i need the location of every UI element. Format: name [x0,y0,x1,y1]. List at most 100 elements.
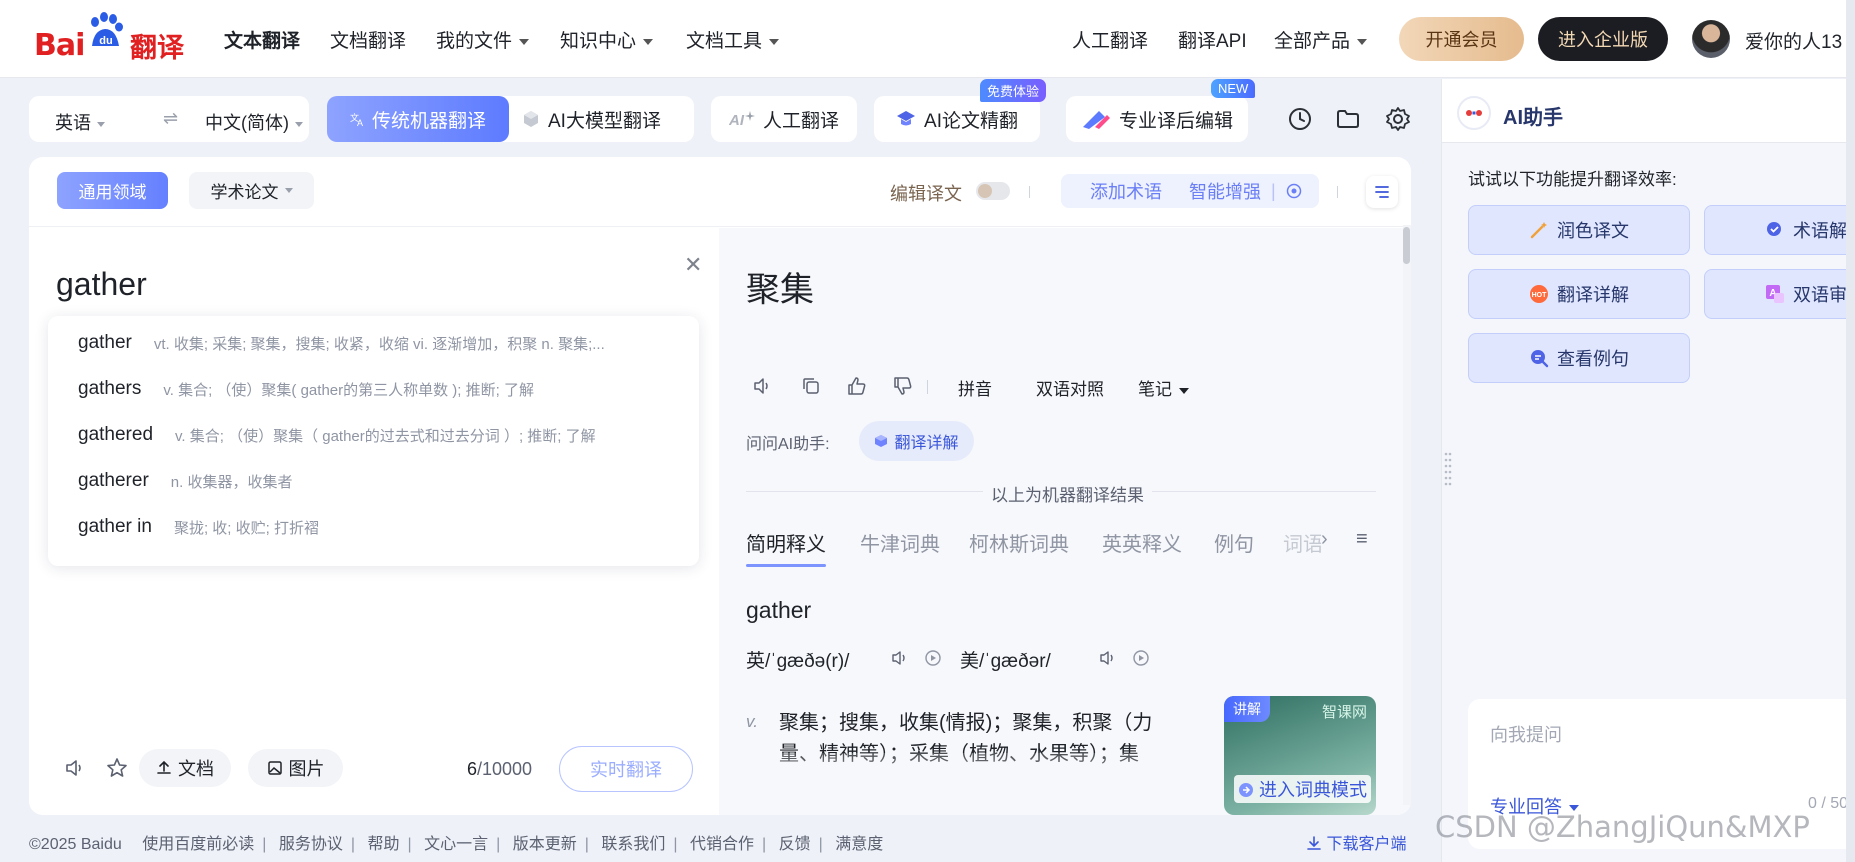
baidu-fanyi-logo[interactable]: Bai du 翻译 [34,12,184,63]
swap-languages-icon[interactable]: ⇌ [163,108,178,129]
nav-doc-translation[interactable]: 文档翻译 [330,26,406,53]
source-language-select[interactable]: 英语 [55,109,105,135]
settings-gear-icon[interactable] [1385,106,1411,132]
add-term-button[interactable]: 添加术语 [1061,174,1191,208]
char-count: 6/10000 [467,759,532,780]
nav-translation-api[interactable]: 翻译API [1178,26,1247,53]
term-explain-button[interactable]: 术语解 [1704,205,1855,255]
layout-toggle-button[interactable] [1366,176,1398,208]
domain-general-button[interactable]: 通用领域 [57,172,168,209]
footer-link[interactable]: 联系我们 [601,836,665,853]
footer-link[interactable]: 满意度 [835,836,883,853]
speaker-icon[interactable] [63,756,87,780]
nav-human-translation[interactable]: 人工翻译 [1072,26,1148,53]
video-tag: 讲解 [1224,696,1270,722]
footer-link[interactable]: 反馈 [779,836,811,853]
nav-text-translation[interactable]: 文本翻译 [224,26,300,53]
bilingual-button[interactable]: 双语对照 [1036,375,1104,400]
panel-resize-handle-icon[interactable] [1444,450,1452,490]
nav-my-files-label: 我的文件 [436,31,513,52]
polish-translation-label: 润色译文 [1557,221,1629,241]
menu-icon[interactable]: ≡ [1356,528,1368,551]
tab-examples[interactable]: 例句 [1214,528,1254,557]
explanation-video-card[interactable]: 讲解 智课网 进入词典模式 [1224,696,1376,815]
suggestion-word: gather [78,332,132,353]
view-examples-button[interactable]: 查看例句 [1468,333,1690,383]
suggestion-item[interactable]: gather vt. 收集; 采集; 聚集，搜集; 收紧，收缩 vi. 逐渐增加… [48,320,699,366]
footer-link[interactable]: 使用百度前必读 [142,836,254,853]
part-of-speech: v. [746,712,758,731]
clear-close-icon[interactable]: ✕ [684,252,702,278]
avatar[interactable] [1692,20,1730,58]
ai-assistant-panel: AI助手 试试以下功能提升翻译效率: 润色译文 术语解 HOT 翻译详解 A 双… [1441,79,1855,862]
copy-icon[interactable] [800,375,822,397]
human-translation-button[interactable]: AI 人工翻译 [711,96,857,142]
divider: | [1271,180,1276,201]
tab-oxford[interactable]: 牛津词典 [860,528,940,557]
nav-all-products[interactable]: 全部产品 [1274,26,1368,53]
suggestion-item[interactable]: gatherer n. 收集器，收集者 [48,458,699,504]
domain-academic-select[interactable]: 学术论文 [189,172,314,209]
ask-ai-explain-button[interactable]: 翻译详解 [859,421,974,461]
tab-words[interactable]: 词语 [1283,528,1321,557]
thumbs-up-icon[interactable] [846,375,868,397]
edit-translation-toggle[interactable] [976,182,1010,200]
target-language-select[interactable]: 中文(简体) [205,109,303,135]
upload-image-button[interactable]: 图片 [248,749,343,787]
tab-english-english[interactable]: 英英释义 [1102,528,1182,557]
translation-explain-button[interactable]: HOT 翻译详解 [1468,269,1690,319]
footer-link[interactable]: 服务协议 [279,836,343,853]
notes-dropdown[interactable]: 笔记 [1138,375,1189,400]
folder-icon[interactable] [1335,106,1361,132]
baidu-paw-icon: du [91,12,123,47]
arrow-circle-icon [1239,783,1253,797]
tab-concise[interactable]: 简明释义 [746,528,826,567]
footer-link[interactable]: 代销合作 [690,836,754,853]
nav-my-files[interactable]: 我的文件 [436,26,530,53]
ai-paper-button[interactable]: AI论文精翻 [874,96,1040,142]
username[interactable]: 爱你的人13 [1745,27,1842,54]
replay-icon[interactable] [923,648,943,668]
post-edit-button[interactable]: 专业译后编辑 [1066,96,1248,142]
nav-doc-tools[interactable]: 文档工具 [686,26,780,53]
suggestion-item[interactable]: gather in 聚拢; 收; 收贮; 打折褶 [48,504,699,550]
cube-icon [875,435,888,447]
footer-link[interactable]: 文心一言 [424,836,488,853]
speaker-icon[interactable] [1098,648,1118,668]
pinyin-button[interactable]: 拼音 [958,375,992,400]
nav-knowledge-center[interactable]: 知识中心 [560,26,654,53]
mode-ai-model-button[interactable]: AI大模型翻译 [522,96,661,142]
tab-collins[interactable]: 柯林斯词典 [969,528,1069,557]
chevron-right-icon[interactable]: › [1321,528,1328,551]
footer-link[interactable]: 帮助 [367,836,399,853]
dictionary-mode-link[interactable]: 进入词典模式 [1234,775,1372,803]
mode-traditional-button[interactable]: 文A 传统机器翻译 [327,96,509,142]
history-clock-icon[interactable] [1287,106,1313,132]
scrollbar-track[interactable] [1403,225,1411,805]
replay-icon[interactable] [1131,648,1151,668]
download-client-link[interactable]: 下载客户端 [1306,830,1406,854]
open-vip-button[interactable]: 开通会员 [1399,17,1524,61]
phonetic-us: 美/ˈɡæðər/ [960,651,1051,672]
bilingual-review-button[interactable]: A 双语审 [1704,269,1855,319]
enterprise-button[interactable]: 进入企业版 [1538,17,1668,61]
smart-enhance-button[interactable]: 智能增强 | [1179,174,1319,208]
upload-document-button[interactable]: 文档 [139,749,231,787]
star-icon[interactable] [105,756,129,780]
polish-translation-button[interactable]: 润色译文 [1468,205,1690,255]
divider: | [262,836,267,853]
thumbs-down-icon[interactable] [892,375,914,397]
card-header: 通用领域 学术论文 编辑译文 添加术语 智能增强 | [29,157,1411,227]
realtime-translate-button[interactable]: 实时翻译 [559,746,693,792]
source-text-input[interactable]: gather [56,266,147,303]
scrollbar-thumb[interactable] [1403,227,1410,264]
divider: | [350,836,355,853]
suggestion-item[interactable]: gathers v. 集合; （使）聚集( gather的第三人称单数 ); 推… [48,366,699,412]
human-translation-label: 人工翻译 [762,110,839,132]
speaker-icon[interactable] [752,375,774,397]
suggestion-item[interactable]: gathered v. 集合; （使）聚集（ gather的过去式和过去分词 ）… [48,412,699,458]
new-badge: NEW [1211,79,1256,98]
speaker-icon[interactable] [890,648,910,668]
footer-link[interactable]: 版本更新 [513,836,577,853]
image-icon [267,761,282,775]
